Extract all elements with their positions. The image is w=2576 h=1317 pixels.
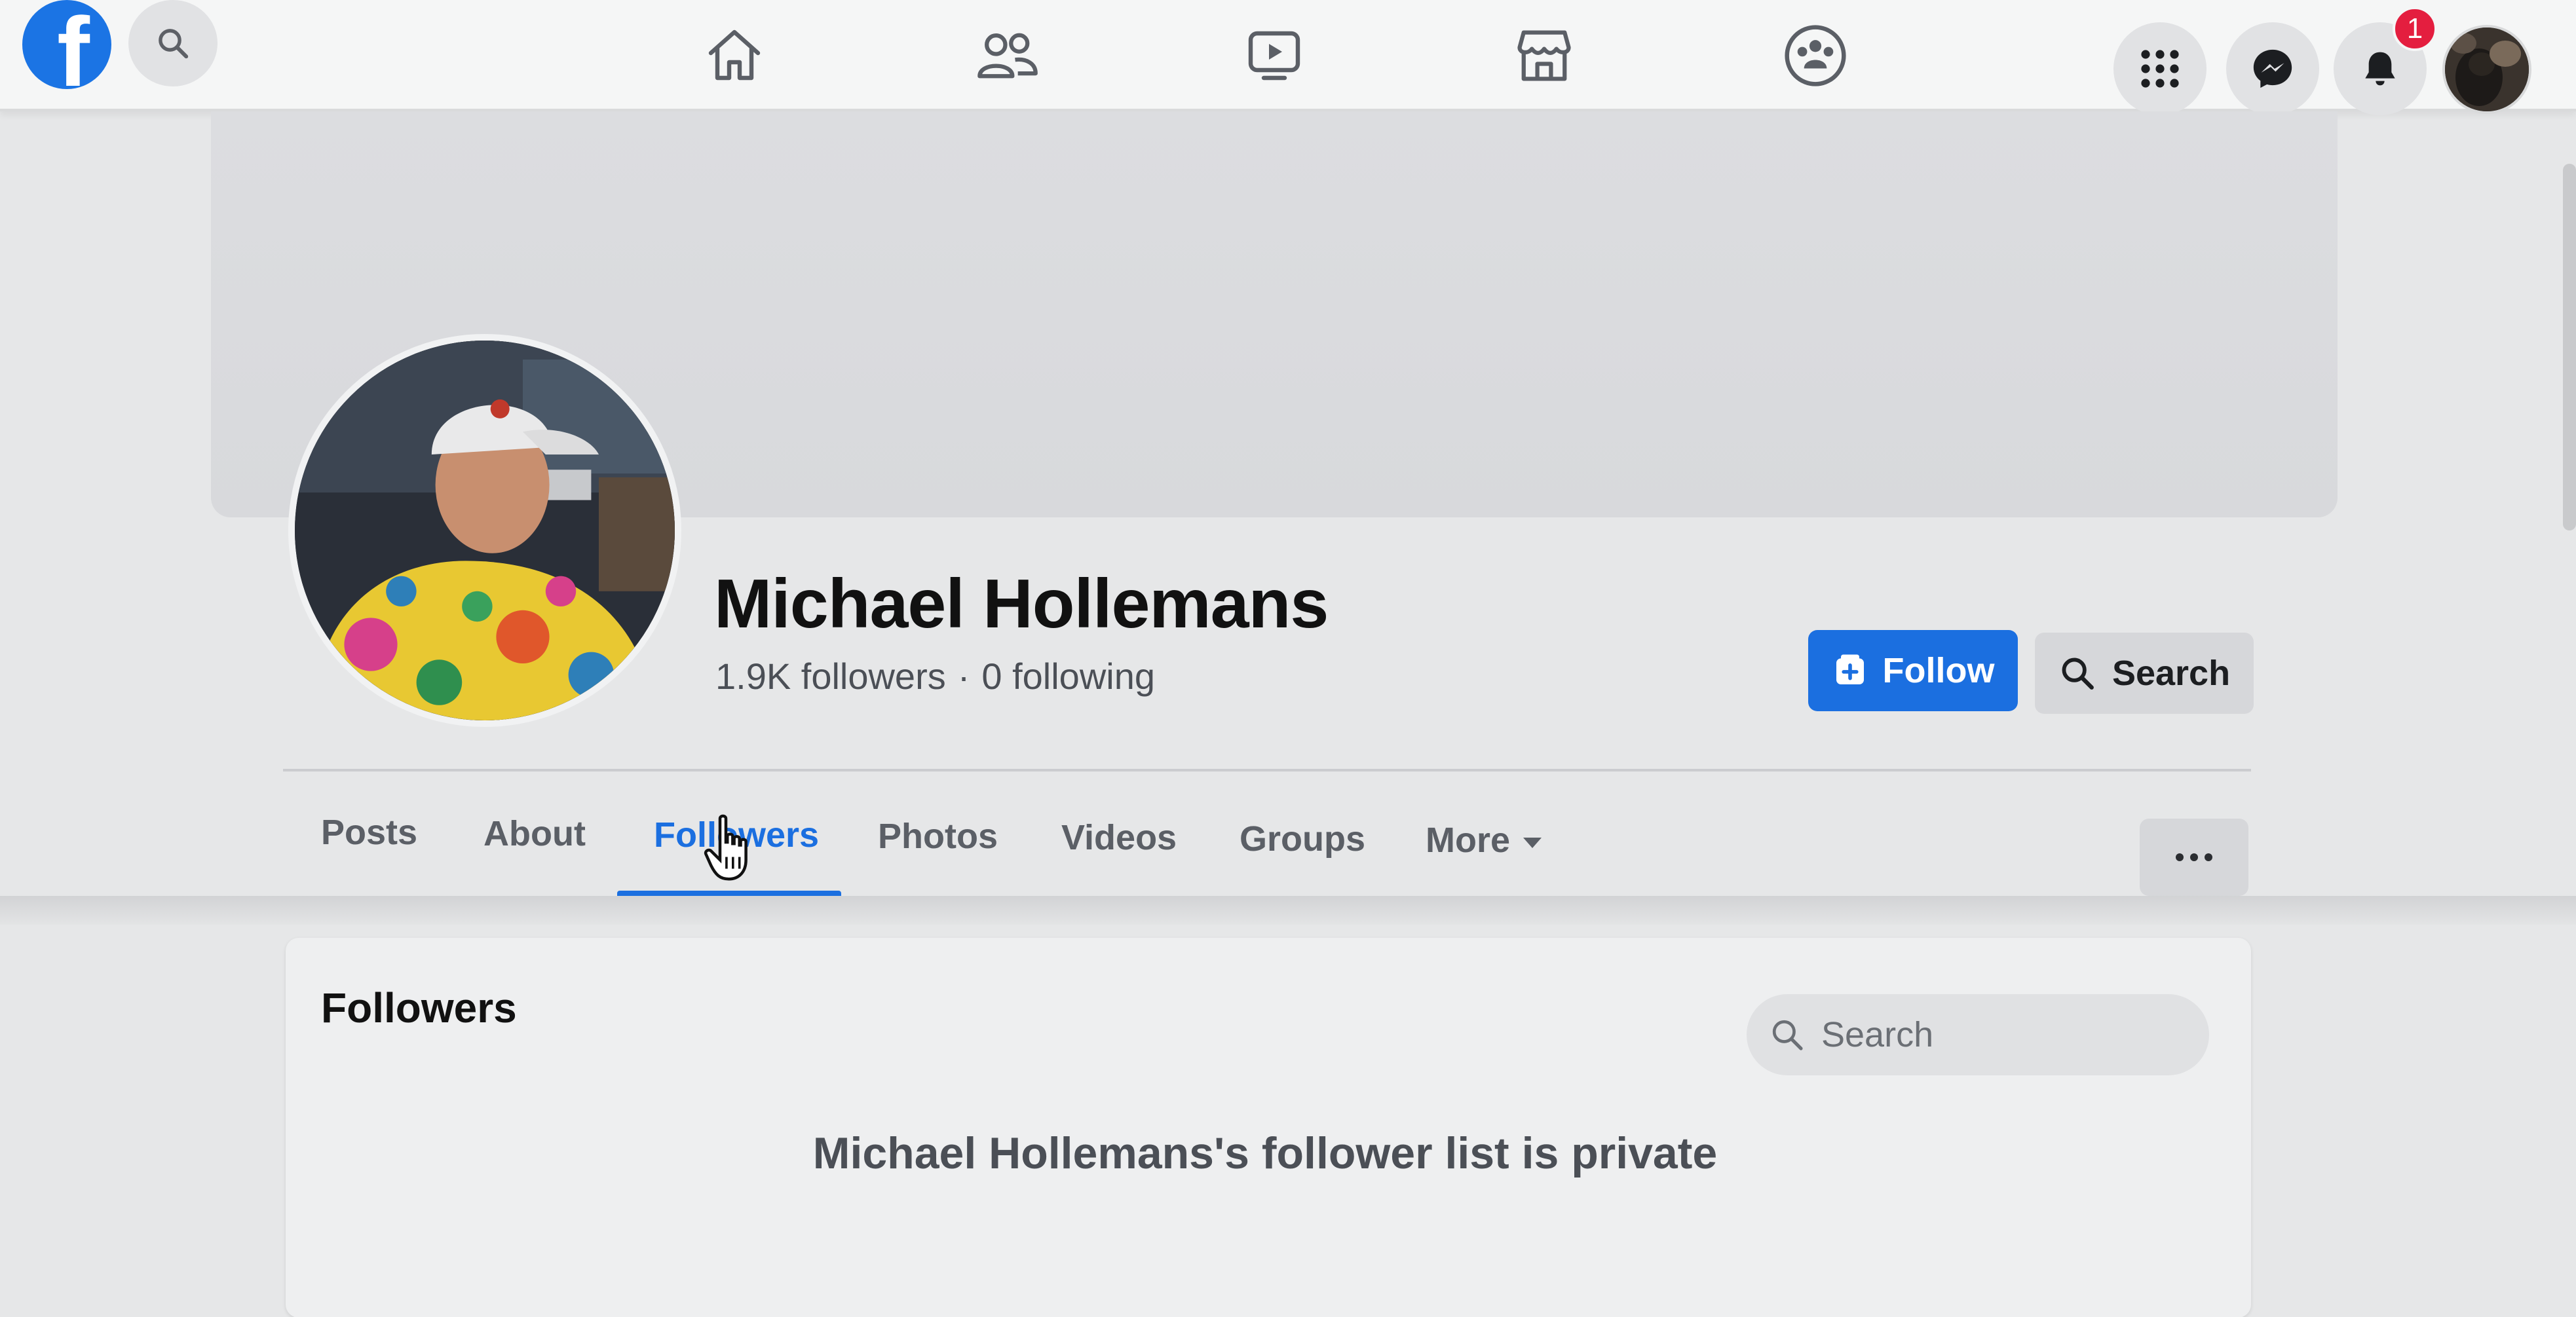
follow-plus-icon [1836, 654, 1864, 684]
search-icon [159, 29, 189, 59]
caret-down-icon [1523, 837, 1542, 848]
marketplace-icon [1517, 30, 1571, 81]
nav-watch[interactable] [1238, 20, 1310, 92]
profile-picture[interactable] [288, 334, 681, 727]
top-navigation-bar: f 1 [0, 0, 2576, 115]
profile-search-button[interactable]: Search [2035, 633, 2254, 714]
tab-photos[interactable]: Photos [878, 816, 998, 857]
following-count[interactable]: 0 following [981, 656, 1155, 697]
tab-videos[interactable]: Videos [1061, 817, 1177, 858]
page-scrollbar[interactable] [2563, 164, 2576, 530]
followers-count[interactable]: 1.9K followers [715, 656, 946, 697]
ellipsis-icon [2176, 853, 2212, 861]
follow-button-label: Follow [1882, 651, 1995, 690]
messenger-button[interactable] [2226, 22, 2319, 115]
bell-icon [2365, 52, 2395, 86]
header-divider [283, 769, 2251, 771]
menu-grid-icon [2141, 50, 2179, 88]
followers-card-title: Followers [321, 984, 517, 1031]
tab-posts[interactable]: Posts [321, 812, 417, 853]
profile-search-label: Search [2112, 654, 2231, 693]
private-list-message: Michael Hollemans's follower list is pri… [812, 1128, 1718, 1178]
profile-name: Michael Hollemans [714, 565, 1329, 642]
nav-marketplace[interactable] [1508, 20, 1580, 92]
nav-groups[interactable] [1779, 20, 1851, 92]
followers-card: Followers Search Michael Hollemans's fol… [286, 938, 2251, 1317]
search-icon [1772, 1020, 1803, 1050]
facebook-logo-letter: f [57, 0, 90, 89]
followers-search-placeholder: Search [1821, 1015, 1934, 1054]
friends-icon [977, 33, 1038, 79]
tab-groups[interactable]: Groups [1240, 819, 1365, 859]
nav-friends[interactable] [971, 20, 1043, 92]
account-avatar[interactable] [2442, 25, 2531, 114]
nav-home[interactable] [698, 20, 770, 92]
facebook-logo[interactable]: f [22, 0, 111, 89]
count-separator: · [957, 656, 970, 697]
follow-button[interactable]: Follow [1808, 630, 2018, 711]
profile-photo-image [295, 341, 675, 720]
avatar-image [2445, 28, 2529, 111]
watch-icon [1248, 31, 1300, 81]
menu-button[interactable] [2113, 22, 2207, 115]
hand-cursor-icon [704, 814, 748, 881]
messenger-icon [2253, 49, 2292, 88]
followers-search-input[interactable]: Search [1747, 994, 2209, 1075]
tab-more[interactable]: More [1426, 820, 1542, 861]
search-icon [2062, 658, 2094, 690]
groups-icon [1785, 25, 1846, 86]
notification-badge: 1 [2393, 7, 2437, 51]
home-icon [708, 29, 761, 81]
tab-more-label: More [1426, 821, 1511, 860]
search-button[interactable] [128, 0, 218, 86]
facebook-profile-page: f 1 Michael Hollemans 1.9K followers · 0… [0, 0, 2576, 1317]
header-separator [0, 896, 2576, 925]
follow-counts: 1.9K followers · 0 following [715, 655, 1155, 697]
more-options-button[interactable] [2140, 819, 2248, 896]
tab-about[interactable]: About [483, 813, 586, 854]
